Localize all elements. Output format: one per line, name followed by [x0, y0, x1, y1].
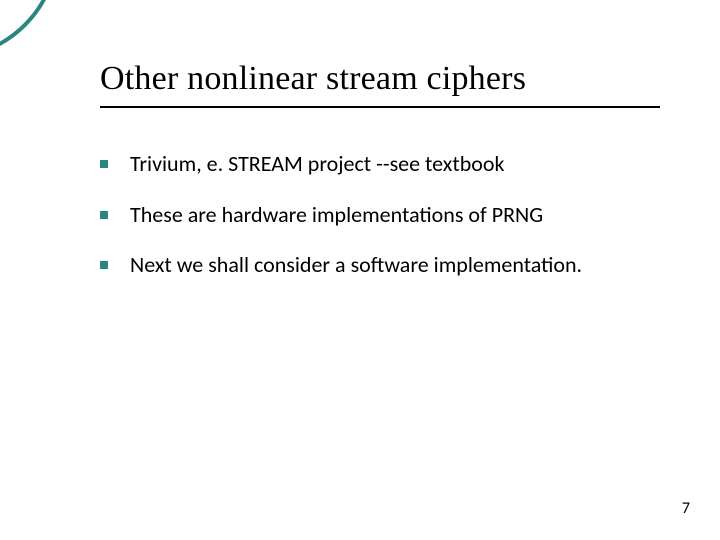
slide: Other nonlinear stream ciphers Trivium, … [0, 0, 720, 540]
page-number: 7 [682, 499, 690, 518]
slide-title: Other nonlinear stream ciphers [100, 60, 660, 98]
bullet-square-icon [100, 160, 108, 168]
list-item: Next we shall consider a software implem… [100, 251, 660, 280]
bullet-square-icon [100, 211, 108, 219]
corner-arc-decoration [0, 0, 60, 60]
bullet-square-icon [100, 261, 108, 269]
list-item: Trivium, e. STREAM project --see textboo… [100, 150, 660, 179]
bullet-text: Trivium, e. STREAM project --see textboo… [130, 150, 505, 179]
bullet-list: Trivium, e. STREAM project --see textboo… [100, 150, 660, 302]
title-underline [100, 106, 660, 108]
bullet-text: Next we shall consider a software implem… [130, 251, 582, 280]
title-block: Other nonlinear stream ciphers [100, 60, 660, 108]
list-item: These are hardware implementations of PR… [100, 201, 660, 230]
bullet-text: These are hardware implementations of PR… [130, 201, 543, 230]
